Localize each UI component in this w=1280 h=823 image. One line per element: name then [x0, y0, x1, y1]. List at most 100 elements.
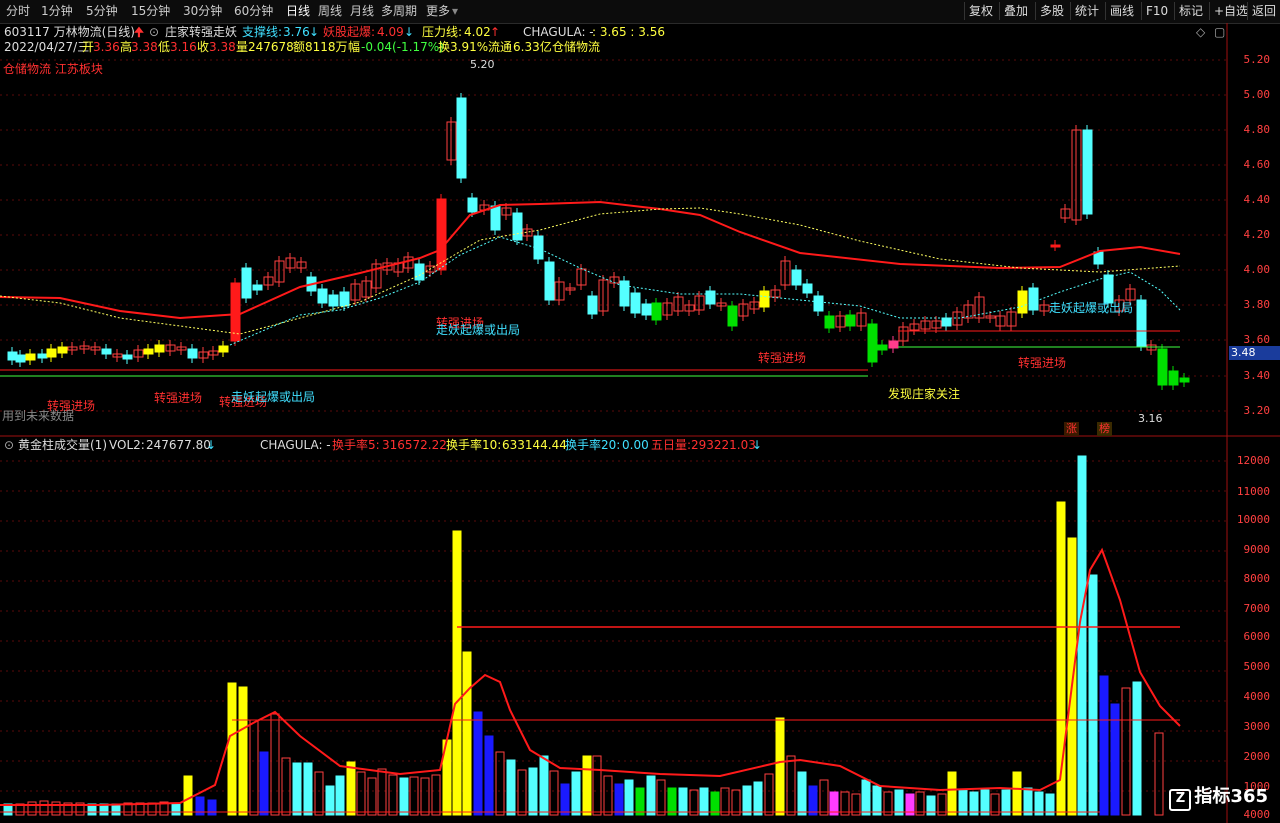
volume-bar	[452, 530, 462, 816]
support-value: 3.76	[283, 25, 310, 39]
volume-bar	[689, 789, 699, 816]
volume-bar	[207, 799, 217, 816]
volume-bar	[473, 711, 483, 816]
volume-bar	[281, 757, 291, 816]
candle-body	[867, 323, 878, 363]
sector-tags: 仓储物流 江苏板块	[3, 62, 103, 76]
volume-bar	[303, 762, 313, 816]
volume-bar	[314, 771, 324, 816]
volume-bar	[227, 682, 237, 816]
low-value: 3.16	[170, 40, 197, 54]
chagula-label: CHAGULA: -	[523, 25, 594, 39]
volume-bar	[259, 751, 269, 816]
candle-body	[845, 314, 856, 327]
volume-bar	[775, 717, 785, 816]
signal-label: 发现庄家关注	[888, 387, 961, 401]
volume-axis-label: 4000	[1243, 690, 1271, 703]
hs5-value: 316572.22	[382, 438, 447, 452]
amount-value: 8118万	[305, 40, 348, 54]
candle-body	[490, 205, 501, 231]
candle-body	[414, 263, 425, 281]
volume-bar	[624, 779, 634, 816]
diamond-icon[interactable]: ◇	[1196, 25, 1205, 39]
candle-body	[1168, 370, 1179, 386]
wu-value: 293221.03	[691, 438, 756, 452]
volume-bar	[346, 761, 356, 816]
down-arrow-icon: ↓	[206, 438, 217, 452]
volume-bar	[517, 769, 527, 816]
last-price-badge: 3.48	[1229, 346, 1280, 360]
volume-bar	[27, 801, 37, 816]
candle-body	[824, 315, 835, 329]
quote-date: 2022/04/27/三	[4, 40, 90, 54]
volume-axis-label: 10000	[1236, 513, 1270, 526]
max-price-label: 5.20	[470, 58, 495, 71]
candle-body	[187, 348, 198, 359]
volume-axis-label: 12000	[1236, 454, 1270, 467]
volume-bar	[731, 789, 741, 816]
candle-body	[101, 348, 112, 355]
ranking-badge: 榜	[1097, 422, 1112, 436]
logo-text: 指标365	[1194, 786, 1268, 807]
price-axis-label: 4.00	[1243, 263, 1271, 276]
candle-body	[339, 291, 350, 307]
volume-bar	[592, 755, 602, 816]
pressure-value: 4.02	[464, 25, 491, 39]
candle-body	[533, 235, 544, 260]
volume-axis-label: 5000	[1243, 660, 1271, 673]
down-arrow-icon: ↓	[752, 438, 763, 452]
up-arrow-icon: 🠉	[134, 25, 144, 39]
volume-bar	[786, 755, 796, 816]
volume-bar	[582, 755, 592, 816]
volume-indicator-name[interactable]: 黄金柱成交量(1)	[18, 438, 107, 452]
candle-body	[57, 346, 68, 354]
kline-chart[interactable]	[0, 0, 1280, 823]
candle-body	[802, 283, 813, 294]
volume-bar	[409, 776, 419, 816]
volume-axis-label: 7000	[1243, 602, 1271, 615]
candle-body	[877, 344, 888, 351]
change-label: 幅	[348, 40, 361, 54]
candle-body	[1082, 129, 1093, 215]
volume-bar	[399, 777, 409, 816]
candle-body	[705, 290, 716, 305]
candle-body	[587, 295, 598, 315]
candle-body	[15, 354, 26, 363]
watermark-logo: Z 指标365	[1169, 782, 1268, 811]
indicator-name[interactable]: 庄家转强走妖	[165, 25, 237, 39]
volume-bar	[51, 801, 61, 816]
signal-label: 走妖起爆或出局	[231, 390, 316, 404]
hs10-value: 633144.44	[502, 438, 567, 452]
volume-bar	[325, 785, 335, 816]
candle-body	[888, 340, 899, 349]
volume-axis-label: 8000	[1243, 572, 1271, 585]
candle-body	[252, 284, 263, 291]
volume-bar	[560, 783, 570, 816]
volume-bar	[646, 775, 656, 816]
volume-bar	[797, 771, 807, 816]
settings-icon[interactable]: ⊙	[149, 25, 159, 39]
volume-bar	[528, 767, 538, 816]
volume-bar	[753, 781, 763, 816]
volume-bar	[147, 802, 157, 816]
volume-bar	[947, 771, 957, 816]
candle-body	[651, 302, 662, 321]
candle-body	[154, 344, 165, 353]
limit-up-badge: 涨	[1064, 422, 1079, 436]
volume-bar	[808, 785, 818, 816]
candle-body	[46, 348, 57, 358]
signal-label: 转强进场	[1018, 356, 1067, 370]
volume-bar	[484, 735, 494, 816]
volume-bar	[819, 779, 829, 816]
volume-bar	[1023, 787, 1033, 816]
settings-icon[interactable]: ⊙	[4, 438, 14, 452]
volume-bar	[571, 771, 581, 816]
logo-icon: Z	[1169, 789, 1192, 811]
candle-body	[230, 282, 241, 342]
window-icon[interactable]: ▢	[1214, 25, 1225, 39]
candle-body	[328, 294, 339, 307]
candle-body	[1103, 274, 1114, 304]
close-label: 收	[197, 40, 210, 54]
future-data-warning: 用到未来数据	[2, 409, 75, 423]
stock-code-name: 603117 万林物流(日线)	[4, 25, 135, 39]
